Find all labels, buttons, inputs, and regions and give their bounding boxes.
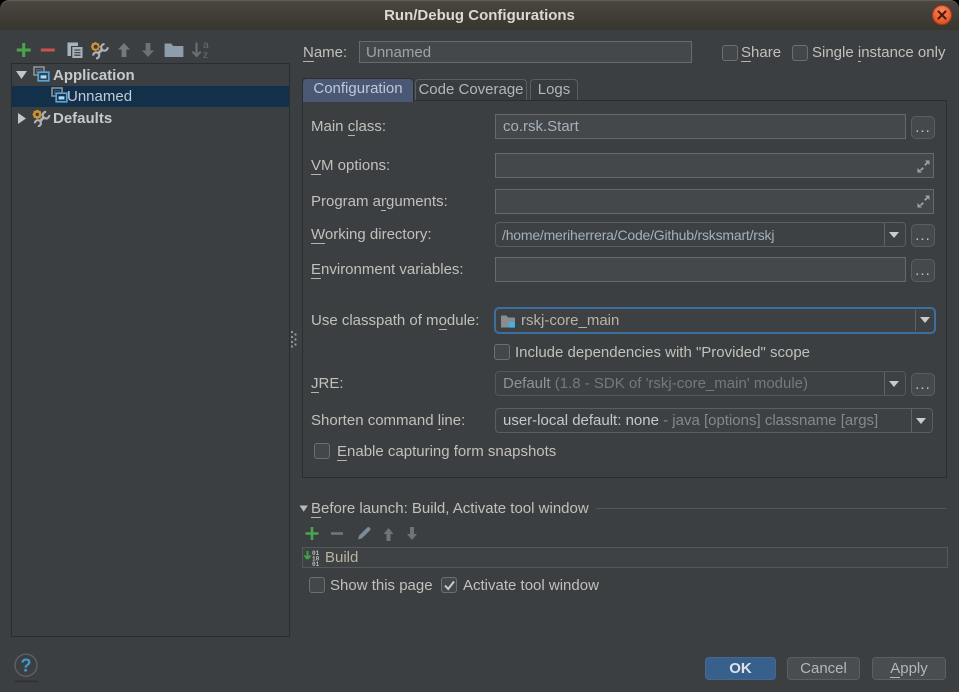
- svg-text:?: ?: [21, 656, 32, 676]
- svg-text:01: 01: [312, 561, 320, 566]
- svg-text:z: z: [203, 50, 208, 61]
